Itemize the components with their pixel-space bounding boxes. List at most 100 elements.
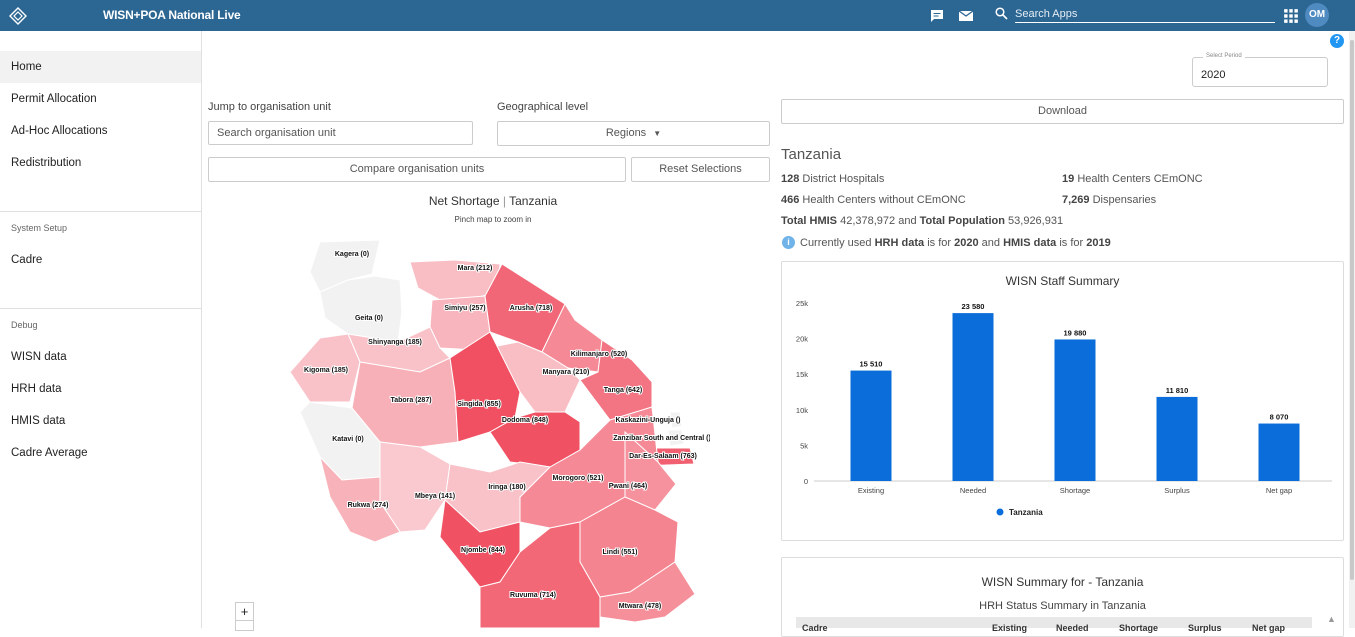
dispensaries-count: 7,269 [1062, 194, 1090, 206]
bar-data-label: 15 510 [860, 360, 883, 369]
sidebar-item-cadre-average[interactable]: Cadre Average [0, 437, 201, 469]
hc-cemonc-count: 19 [1062, 173, 1075, 185]
region-label-tabora: Tabora (287) [390, 397, 431, 404]
reset-selections-button[interactable]: Reset Selections [631, 157, 770, 182]
region-label-mbeya: Mbeya (141) [415, 493, 455, 500]
region-label-geita: Geita (0) [355, 315, 383, 322]
sidebar-item-hrh-data[interactable]: HRH data [0, 373, 201, 405]
info-icon: i [782, 236, 795, 249]
select-period-label: Select Period [1203, 53, 1245, 59]
region-label-simiyu: Simiyu (257) [444, 305, 485, 312]
hrh-data-label: HRH data [874, 237, 925, 249]
region-label-dodoma: Dodoma (848) [502, 417, 548, 424]
region-label-kigoma: Kigoma (185) [304, 367, 348, 374]
y-tick-label: 20k [796, 335, 808, 344]
app-title: WISN+POA National Live [103, 8, 241, 22]
region-label-kagera: Kagera (0) [335, 251, 369, 258]
map-title: Net Shortage | Tanzania [208, 194, 778, 208]
total-population-value: 53,926,931 [1008, 215, 1064, 227]
x-tick-label: Existing [858, 486, 884, 495]
bar-shortage[interactable] [1054, 339, 1096, 481]
map-title-separator: | [502, 194, 506, 208]
help-icon[interactable]: ? [1330, 34, 1344, 48]
sidebar-item-wisn-data[interactable]: WISN data [0, 341, 201, 373]
and-label: and [981, 237, 1000, 249]
jump-to-org-unit-label: Jump to organisation unit [208, 101, 331, 113]
apps-grid-icon[interactable] [1283, 8, 1299, 24]
sidebar-item-permit-allocation[interactable]: Permit Allocation [0, 83, 201, 115]
y-tick-label: 10k [796, 406, 808, 415]
search-apps [995, 5, 1275, 25]
region-label-ruvuma: Ruvuma (714) [510, 592, 556, 599]
app-logo-icon[interactable] [7, 5, 29, 27]
region-label-njombe: Njombe (844) [461, 547, 505, 554]
region-label-manyara: Manyara (210) [543, 369, 590, 376]
summary-country: Tanzania [781, 146, 842, 163]
dispensaries-stat: 7,269 Dispensaries [1062, 194, 1156, 206]
geographical-level-label: Geographical level [497, 101, 589, 113]
bar-surplus[interactable] [1156, 396, 1198, 481]
legend-label[interactable]: Tanzania [1009, 508, 1043, 517]
region-label-mara: Mara (212) [458, 265, 493, 272]
wisn-summary-title: WISN Summary for - Tanzania [981, 575, 1144, 589]
tanzania-region-map[interactable]: Kagera (0) Mara (212) Simiyu (257) Arusha (… [280, 232, 710, 628]
col-header-cadre[interactable]: Cadre [802, 623, 828, 633]
info-prefix: Currently used [800, 237, 872, 249]
geographical-level-select[interactable]: Regions ▼ [497, 121, 770, 146]
top-bar: WISN+POA National Live OM [0, 0, 1355, 31]
y-tick-label: 15k [796, 370, 808, 379]
data-years-info: Currently used HRH data is for 2020 and … [800, 237, 1111, 249]
sidebar-item-redistribution[interactable]: Redistribution [0, 147, 201, 179]
compare-org-units-button[interactable]: Compare organisation units [208, 157, 626, 182]
select-period[interactable]: Select Period 2020 [1192, 53, 1328, 87]
messages-icon[interactable] [929, 8, 945, 24]
hc-without-cemonc-stat: 466 Health Centers without CEmONC [781, 194, 966, 206]
bar-existing[interactable] [850, 370, 892, 481]
zoom-in-button[interactable]: + [235, 602, 254, 621]
col-header-shortage[interactable]: Shortage [1119, 623, 1158, 633]
org-unit-search [208, 121, 473, 145]
region-label-dar-es-salaam: Dar-Es-Salaam (763) [629, 453, 697, 460]
region-label-mtwara: Mtwara (478) [619, 603, 661, 610]
mail-icon[interactable] [958, 8, 974, 24]
sidebar-item-hmis-data[interactable]: HMIS data [0, 405, 201, 437]
sidebar-item-ad-hoc-allocations[interactable]: Ad-Hoc Allocations [0, 115, 201, 147]
region-label-arusha: Arusha (718) [510, 305, 552, 312]
sidebar-item-cadre[interactable]: Cadre [0, 244, 201, 276]
col-header-surplus[interactable]: Surplus [1188, 623, 1222, 633]
hc-cemonc-label: Health Centers CEmONC [1077, 173, 1203, 185]
hc-cemonc-stat: 19 Health Centers CEmONC [1062, 173, 1203, 185]
org-unit-search-input[interactable] [209, 122, 472, 144]
zoom-out-button[interactable] [235, 621, 254, 631]
bar-needed[interactable] [952, 313, 994, 481]
legend-marker[interactable] [996, 508, 1004, 516]
download-button[interactable]: Download [781, 99, 1344, 124]
bar-data-label: 19 880 [1064, 328, 1087, 337]
bar-data-label: 23 580 [962, 302, 985, 311]
region-label-kilimanjaro: Kilimanjaro (520) [571, 351, 627, 358]
page-scrollbar-thumb[interactable] [1350, 40, 1354, 580]
search-apps-input[interactable] [1015, 5, 1275, 23]
and-label: and [898, 215, 917, 227]
table-scroll-up-icon[interactable]: ▲ [1327, 614, 1336, 624]
col-header-net-gap[interactable]: Net gap [1252, 623, 1285, 633]
total-population-label: Total Population [919, 215, 1005, 227]
sidebar-section-debug: Debug [11, 320, 38, 330]
totals-stat: Total HMIS 42,378,972 and Total Populati… [781, 215, 1063, 227]
wisn-staff-summary-chart: 0 5k 10k 15k 20k 25k 15 510 Existing 23 580 Neede… [796, 299, 1332, 517]
total-hmis-value: 42,378,972 [840, 215, 896, 227]
bar-data-label: 11 810 [1166, 386, 1189, 395]
select-period-value: 2020 [1201, 69, 1226, 81]
bar-net-gap[interactable] [1258, 423, 1300, 481]
col-header-existing[interactable]: Existing [992, 623, 1027, 633]
col-header-needed[interactable]: Needed [1056, 623, 1089, 633]
search-icon [995, 7, 1008, 20]
user-avatar[interactable]: OM [1305, 3, 1329, 27]
region-label-morogoro: Morogoro (521) [553, 475, 604, 482]
summary-table-header: Cadre Existing Needed Shortage Surplus N… [796, 617, 1312, 633]
sidebar-item-home[interactable]: Home [0, 51, 201, 83]
district-hospitals-label: District Hospitals [802, 173, 885, 185]
geographical-level-value: Regions [605, 127, 647, 139]
sidebar-divider [0, 308, 201, 309]
region-label-tanga: Tanga (642) [604, 387, 642, 394]
